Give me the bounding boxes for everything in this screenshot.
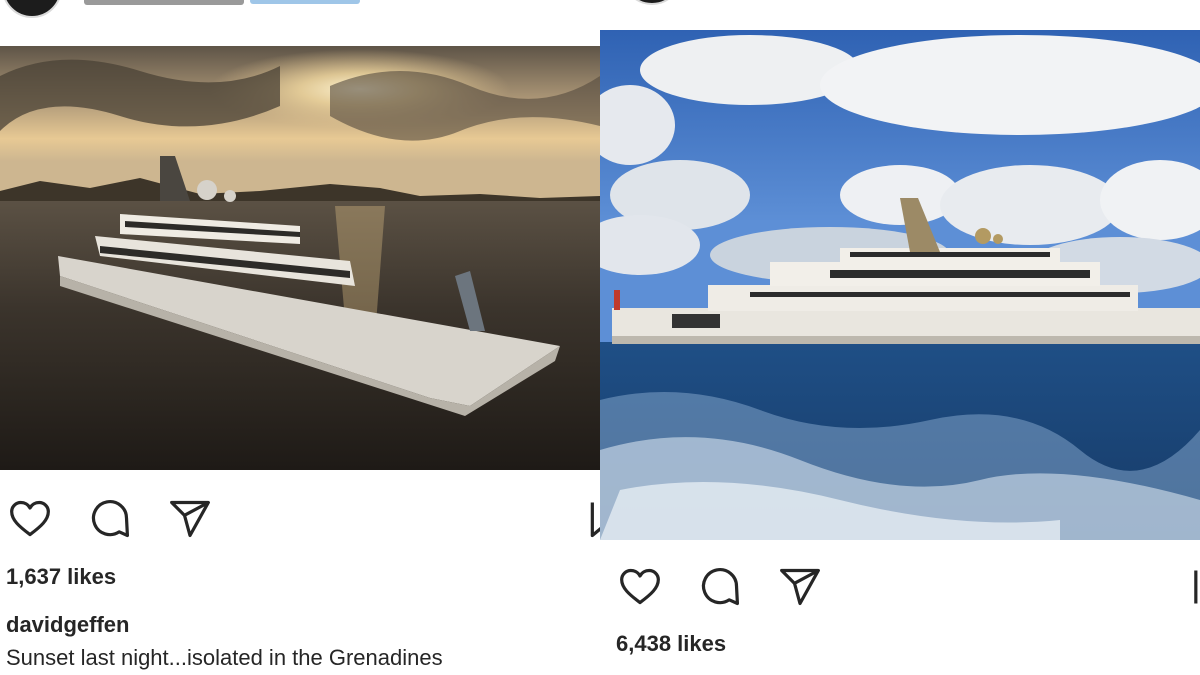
avatar[interactable]	[2, 0, 62, 18]
header-username-partial[interactable]	[84, 0, 244, 5]
bookmark-icon[interactable]	[1188, 565, 1200, 609]
likes-count[interactable]: 1,637 likes	[6, 564, 116, 590]
comment-icon[interactable]	[698, 565, 742, 609]
share-icon[interactable]	[168, 497, 212, 541]
bookmark-icon[interactable]	[588, 497, 600, 541]
post-photo[interactable]	[600, 30, 1200, 540]
instagram-post-right: 6,438 likes	[600, 0, 1200, 675]
post-caption: Sunset last night...isolated in the Gren…	[6, 645, 443, 670]
post-username[interactable]: davidgeffen	[6, 612, 129, 638]
header-link-partial[interactable]	[250, 0, 360, 4]
heart-icon[interactable]	[618, 565, 662, 609]
instagram-post-left: 1,637 likes davidgeffen Sunset last nigh…	[0, 0, 600, 675]
likes-count[interactable]: 6,438 likes	[616, 631, 726, 657]
comment-icon[interactable]	[88, 497, 132, 541]
heart-icon[interactable]	[8, 497, 52, 541]
post-photo[interactable]	[0, 46, 600, 470]
share-icon[interactable]	[778, 565, 822, 609]
avatar[interactable]	[622, 0, 682, 5]
